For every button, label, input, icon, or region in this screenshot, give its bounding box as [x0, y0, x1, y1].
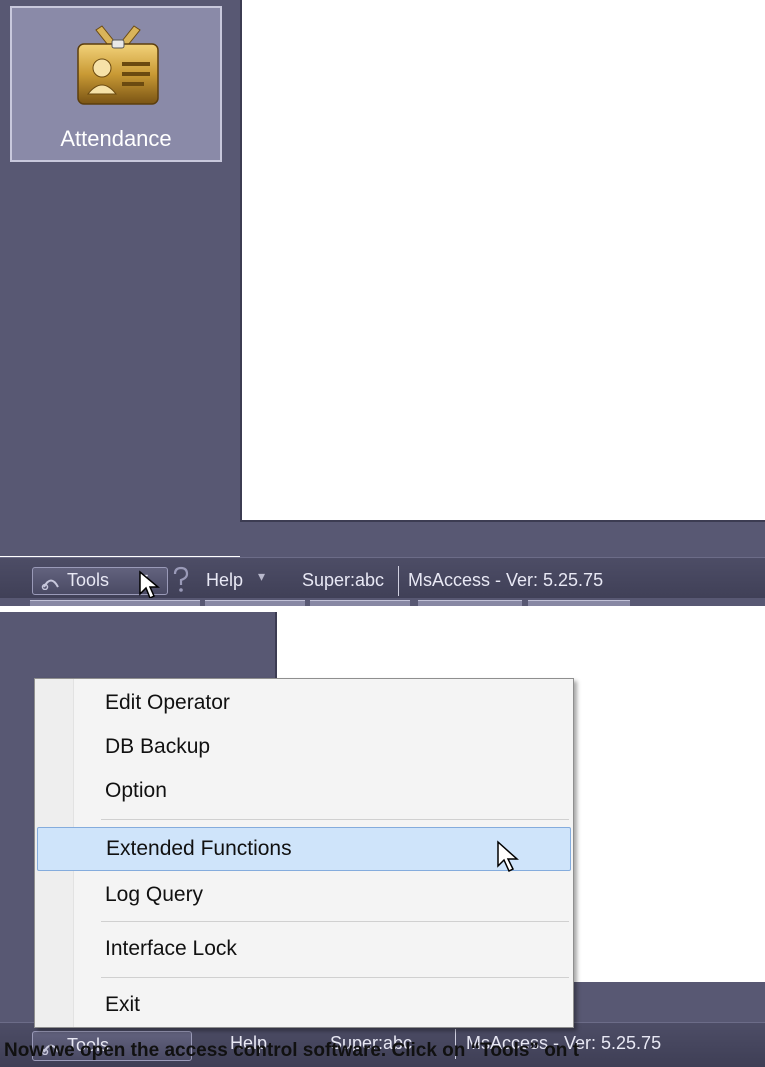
taskbar-tab [310, 600, 410, 606]
bottom-screenshot: Tools Help Super:abc MsAccess - Ver: 5.2… [0, 612, 765, 1067]
taskbar-tab [205, 600, 305, 606]
menu-item-option[interactable]: Option [37, 771, 571, 811]
attendance-badge-icon [77, 25, 159, 105]
menu-item-exit[interactable]: Exit [37, 985, 571, 1025]
help-menu-button[interactable]: Help [206, 570, 243, 591]
attendance-tile-label: Attendance [60, 126, 172, 151]
content-bottom-band [240, 520, 765, 558]
mouse-cursor-icon [139, 570, 160, 600]
menu-separator [101, 921, 569, 922]
menu-item-interface-lock[interactable]: Interface Lock [37, 929, 571, 969]
taskbar-strip [0, 598, 765, 606]
menu-item-label: Interface Lock [105, 937, 237, 960]
menu-item-label: Exit [105, 993, 141, 1016]
menu-item-label: Option [105, 779, 167, 802]
menu-item-log-query[interactable]: Log Query [37, 875, 571, 915]
operator-user-text: Super:abc [302, 570, 385, 590]
tools-dropdown-menu: Edit Operator DB Backup Option Extended … [34, 678, 574, 1028]
menu-item-db-backup[interactable]: DB Backup [37, 727, 571, 767]
attendance-tile[interactable]: Attendance [10, 6, 222, 162]
menu-item-label: Log Query [105, 883, 204, 906]
menu-item-extended-functions[interactable]: Extended Functions [37, 827, 571, 873]
menu-item-edit-operator[interactable]: Edit Operator [37, 683, 571, 723]
db-version-text: MsAccess - Ver: 5.25.75 [408, 570, 604, 590]
menu-item-label: Extended Functions [106, 837, 292, 860]
menu-item-label: Edit Operator [105, 691, 230, 714]
main-content-area [240, 0, 765, 520]
tools-label: Tools [67, 570, 110, 590]
taskbar-tab [528, 600, 630, 606]
help-icon [173, 566, 189, 592]
menu-item-label: DB Backup [105, 735, 211, 758]
tools-icon [41, 579, 59, 590]
top-screenshot: Attendance Tools ▾ Help ▾ Super:abc MsAc… [0, 0, 765, 606]
menu-separator [101, 819, 569, 820]
statusbar-separator [398, 566, 399, 596]
menu-separator [101, 977, 569, 978]
help-dropdown-arrow-icon: ▾ [258, 568, 266, 584]
instruction-caption: Now we open the access control software.… [4, 1040, 580, 1061]
taskbar-tab [30, 600, 200, 606]
top-statusbar: Tools ▾ Help ▾ Super:abc MsAccess - Ver:… [0, 557, 765, 604]
taskbar-tab [418, 600, 522, 606]
mouse-cursor-icon [497, 840, 519, 873]
